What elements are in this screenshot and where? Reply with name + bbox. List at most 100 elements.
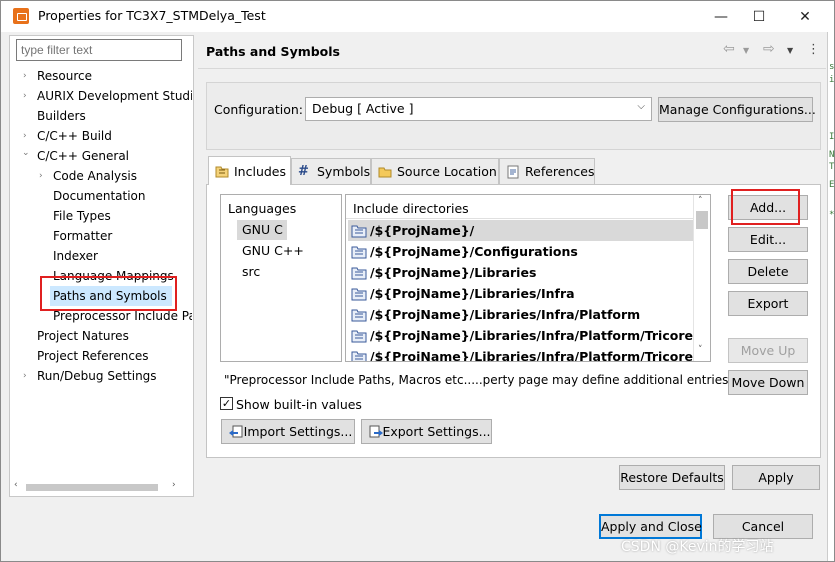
hash-icon: #: [298, 163, 309, 179]
include-path: /${ProjName}/Configurations: [370, 244, 578, 259]
language-item-gnu-cpp[interactable]: GNU C++: [242, 243, 304, 258]
sidebar-item-label: Builders: [37, 109, 86, 123]
language-item-src[interactable]: src: [242, 264, 260, 279]
include-folder-icon: [351, 267, 367, 280]
configuration-value: Debug [ Active ]: [312, 101, 414, 116]
forward-menu-chevron-icon[interactable]: ▼: [787, 46, 793, 55]
show-builtin-label: Show built-in values: [236, 397, 362, 412]
apply-button[interactable]: Apply: [732, 465, 820, 490]
sidebar-item-label: C/C++ General: [37, 149, 130, 163]
page-title: Paths and Symbols: [206, 44, 340, 59]
tab-label: Source Location: [397, 164, 497, 179]
back-icon[interactable]: ⇦: [723, 41, 735, 57]
sidebar-item-label: Project Natures: [37, 329, 129, 343]
maximize-button[interactable]: ☐: [736, 1, 782, 32]
forward-icon[interactable]: ⇨: [763, 41, 775, 57]
tab-symbols[interactable]: # Symbols: [291, 158, 371, 184]
highlight-box-paths-and-symbols: [40, 276, 177, 311]
header-divider: [346, 218, 694, 219]
scroll-left-icon[interactable]: ‹: [14, 480, 18, 490]
tab-includes[interactable]: Includes: [208, 156, 291, 185]
header-divider: [198, 68, 826, 69]
include-directories-list: Include directories /${ProjName}/ /${Pro…: [345, 194, 711, 362]
include-row[interactable]: /${ProjName}/Libraries: [348, 262, 693, 283]
properties-dialog: Properties for TC3X7_STMDelya_Test — ☐ ✕…: [0, 0, 835, 562]
tab-label: References: [525, 164, 595, 179]
chevron-right-icon[interactable]: ›: [39, 166, 43, 186]
close-button[interactable]: ✕: [782, 1, 828, 32]
export-button[interactable]: Export: [728, 291, 808, 316]
highlight-box-add-button: [731, 189, 800, 225]
button-label: Import Settings...: [243, 424, 353, 439]
sidebar-item-label: Indexer: [53, 249, 98, 263]
references-icon: [506, 165, 520, 179]
include-row[interactable]: /${ProjName}/Libraries/Infra/Platform/Tr…: [348, 325, 693, 346]
include-list-vertical-scrollbar[interactable]: ˄ ˅: [693, 195, 710, 361]
include-folder-icon: [351, 225, 367, 238]
include-path: /${ProjName}/Libraries/Infra/Platform/Tr…: [370, 349, 693, 362]
configuration-label: Configuration:: [214, 102, 303, 117]
include-folder-icon: [351, 288, 367, 301]
tab-label: Includes: [234, 163, 287, 179]
scroll-down-icon[interactable]: ˅: [698, 345, 703, 355]
sidebar-item-c-cpp-general[interactable]: ⌄ C/C++ General: [10, 146, 192, 166]
chevron-right-icon[interactable]: ›: [23, 86, 27, 106]
import-settings-button[interactable]: Import Settings...: [221, 419, 355, 444]
include-row[interactable]: /${ProjName}/Libraries/Infra/Platform: [348, 304, 693, 325]
sidebar-item-c-cpp-build[interactable]: › C/C++ Build: [10, 126, 192, 146]
include-folder-icon: [351, 351, 367, 361]
sidebar-item-file-types[interactable]: File Types: [10, 206, 192, 226]
edit-button[interactable]: Edit...: [728, 227, 808, 252]
sidebar-item-code-analysis[interactable]: › Code Analysis: [10, 166, 192, 186]
sidebar-item-project-natures[interactable]: Project Natures: [10, 326, 192, 346]
tab-source-location[interactable]: Source Location: [371, 158, 499, 184]
sidebar-item-builders[interactable]: Builders: [10, 106, 192, 126]
filter-input[interactable]: [16, 39, 182, 61]
configuration-select[interactable]: Debug [ Active ] ⌵: [305, 97, 652, 121]
sidebar-item-project-references[interactable]: Project References: [10, 346, 192, 366]
tab-label: Symbols: [317, 164, 371, 179]
sidebar-item-documentation[interactable]: Documentation: [10, 186, 192, 206]
include-row[interactable]: /${ProjName}/Configurations: [348, 241, 693, 262]
scrollbar-thumb[interactable]: [696, 211, 708, 229]
move-up-button[interactable]: Move Up: [728, 338, 808, 363]
sidebar-item-formatter[interactable]: Formatter: [10, 226, 192, 246]
include-row[interactable]: /${ProjName}/Libraries/Infra: [348, 283, 693, 304]
more-options-icon[interactable]: ⋮: [807, 42, 820, 57]
include-row[interactable]: /${ProjName}/: [348, 220, 693, 241]
tab-references[interactable]: References: [499, 158, 595, 184]
back-menu-chevron-icon[interactable]: ▼: [743, 46, 749, 55]
chevron-right-icon[interactable]: ›: [23, 366, 27, 386]
sidebar-item-indexer[interactable]: Indexer: [10, 246, 192, 266]
language-item-gnu-c[interactable]: GNU C: [237, 220, 287, 240]
chevron-down-icon[interactable]: ⌄: [22, 143, 30, 163]
languages-list: Languages GNU C GNU C++ src: [220, 194, 342, 362]
scroll-right-icon[interactable]: ›: [172, 480, 176, 490]
scrollbar-thumb[interactable]: [26, 484, 158, 491]
navigation-horizontal-scrollbar[interactable]: ‹ ›: [10, 479, 193, 496]
watermark: CSDN @Kevin的学习站: [621, 539, 774, 555]
sidebar-item-resource[interactable]: › Resource: [10, 66, 192, 86]
export-settings-button[interactable]: Export Settings...: [361, 419, 492, 444]
sidebar-item-label: Documentation: [53, 189, 146, 203]
scroll-up-icon[interactable]: ˄: [698, 196, 703, 206]
move-down-button[interactable]: Move Down: [728, 370, 808, 395]
sidebar-item-run-debug-settings[interactable]: › Run/Debug Settings: [10, 366, 192, 386]
sidebar-item-label: AURIX Development Studio: [37, 89, 192, 103]
include-folder-icon: [351, 246, 367, 259]
close-icon: ✕: [799, 8, 811, 25]
window-title: Properties for TC3X7_STMDelya_Test: [38, 8, 266, 23]
include-row[interactable]: /${ProjName}/Libraries/Infra/Platform/Tr…: [348, 346, 693, 362]
show-builtin-checkbox[interactable]: ✓: [220, 397, 233, 410]
app-icon: [13, 8, 29, 24]
sidebar-item-aurix-development-studio[interactable]: › AURIX Development Studio: [10, 86, 192, 106]
navigation-tree: › Resource › AURIX Development Studio Bu…: [10, 66, 192, 476]
export-settings-icon: [369, 425, 383, 438]
manage-configurations-button[interactable]: Manage Configurations...: [658, 97, 816, 122]
include-directories-header: Include directories: [353, 201, 469, 216]
chevron-right-icon[interactable]: ›: [23, 66, 27, 86]
language-label: GNU C: [242, 222, 283, 237]
delete-button[interactable]: Delete: [728, 259, 808, 284]
restore-defaults-button[interactable]: Restore Defaults: [619, 465, 725, 490]
include-path: /${ProjName}/Libraries: [370, 265, 537, 280]
